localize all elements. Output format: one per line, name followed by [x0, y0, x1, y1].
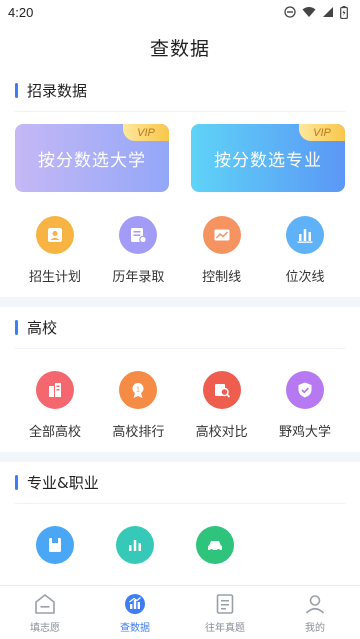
svg-text:1: 1 [136, 387, 140, 394]
vip-card-label: 按分数选大学 [38, 150, 146, 171]
grid-item-university-compare[interactable]: 高校对比 [182, 363, 262, 440]
vip-badge: VIP [299, 124, 345, 141]
tab-label: 我的 [305, 623, 325, 634]
major-stats-icon [116, 526, 154, 564]
main-content[interactable]: 招录数据 按分数选大学 VIP 按分数选专业 VIP 招生计划 历年录取 控制线… [0, 70, 360, 585]
grid-item-label: 高校排行 [112, 425, 165, 440]
tab-fill-application[interactable]: 填志愿 [0, 586, 90, 639]
grid-item-label: 招生计划 [28, 270, 81, 285]
signal-icon [323, 7, 333, 17]
university-icon-grid: 全部高校 1 高校排行 高校对比 野鸡大学 [15, 349, 345, 452]
status-time: 4:20 [8, 4, 34, 20]
grid-item-label: 控制线 [202, 270, 242, 285]
status-bar: 4:20 [0, 0, 360, 24]
grid-item-university-ranking[interactable]: 1 高校排行 [98, 363, 178, 440]
all-universities-icon [36, 371, 74, 409]
career-car-icon [196, 526, 234, 564]
control-line-icon [202, 216, 241, 254]
section-admission-data: 招录数据 按分数选大学 VIP 按分数选专业 VIP 招生计划 历年录取 控制线… [0, 70, 360, 297]
section-title: 专业&职业 [27, 474, 99, 492]
grid-item-rank-line[interactable]: 位次线 [265, 208, 345, 285]
profile-icon [302, 591, 328, 617]
university-ranking-icon: 1 [119, 371, 158, 409]
section-divider [0, 452, 360, 462]
section-header: 专业&职业 [15, 462, 345, 504]
bottom-tab-bar: 填志愿 查数据 往年真题 我的 [0, 585, 360, 639]
grid-item-all-universities[interactable]: 全部高校 [15, 363, 95, 440]
grid-item-admission-plan[interactable]: 招生计划 [15, 208, 95, 285]
query-data-icon [122, 591, 148, 617]
tab-profile[interactable]: 我的 [270, 586, 360, 639]
section-title: 高校 [27, 319, 58, 337]
section-title: 招录数据 [27, 82, 88, 100]
grid-item-label: 位次线 [285, 270, 325, 285]
select-major-by-score-card[interactable]: 按分数选专业 VIP [191, 124, 345, 192]
select-university-by-score-card[interactable]: 按分数选大学 VIP [15, 124, 169, 192]
grid-item-major-1[interactable] [15, 518, 95, 576]
admission-icon-grid: 招生计划 历年录取 控制线 位次线 [15, 202, 345, 297]
section-divider [0, 297, 360, 307]
page-title: 查数据 [149, 37, 210, 60]
tab-query-data[interactable]: 查数据 [90, 586, 180, 639]
tab-label: 填志愿 [30, 623, 60, 634]
grid-item-label: 历年录取 [112, 270, 165, 285]
grid-item-career[interactable] [175, 518, 255, 576]
section-majors-careers: 专业&职业 [0, 462, 360, 585]
section-header: 高校 [15, 307, 345, 349]
grid-item-label: 野鸡大学 [278, 425, 331, 440]
vip-badge: VIP [123, 124, 169, 141]
past-exams-icon [212, 591, 238, 617]
section-universities: 高校 全部高校 1 高校排行 高校对比 野鸡大学 [0, 307, 360, 452]
section-accent-bar [15, 320, 18, 335]
fake-university-icon [285, 371, 324, 409]
grid-item-control-line[interactable]: 控制线 [182, 208, 262, 285]
battery-icon [340, 5, 348, 19]
university-compare-icon [202, 371, 241, 409]
admission-plan-icon [36, 216, 74, 254]
admission-history-icon [119, 216, 158, 254]
rank-line-icon [285, 216, 324, 254]
grid-item-major-2[interactable] [95, 518, 175, 576]
page-header: 查数据 [0, 24, 360, 70]
wifi-icon [302, 7, 316, 17]
grid-item-fake-university[interactable]: 野鸡大学 [265, 363, 345, 440]
vip-card-row: 按分数选大学 VIP 按分数选专业 VIP [15, 112, 345, 202]
section-header: 招录数据 [15, 70, 345, 112]
vip-card-label: 按分数选专业 [214, 150, 322, 171]
grid-item-label: 全部高校 [28, 425, 81, 440]
status-icons [284, 5, 348, 19]
grid-item-label: 高校对比 [195, 425, 248, 440]
major-icon-grid [15, 504, 345, 585]
fill-application-icon [32, 591, 58, 617]
tab-label: 往年真题 [205, 623, 245, 634]
grid-item-admission-history[interactable]: 历年录取 [98, 208, 178, 285]
section-accent-bar [15, 475, 18, 490]
do-not-disturb-icon [284, 6, 296, 18]
section-accent-bar [15, 83, 18, 98]
tab-past-exams[interactable]: 往年真题 [180, 586, 270, 639]
tab-label: 查数据 [120, 623, 150, 634]
major-book-icon [36, 526, 74, 564]
